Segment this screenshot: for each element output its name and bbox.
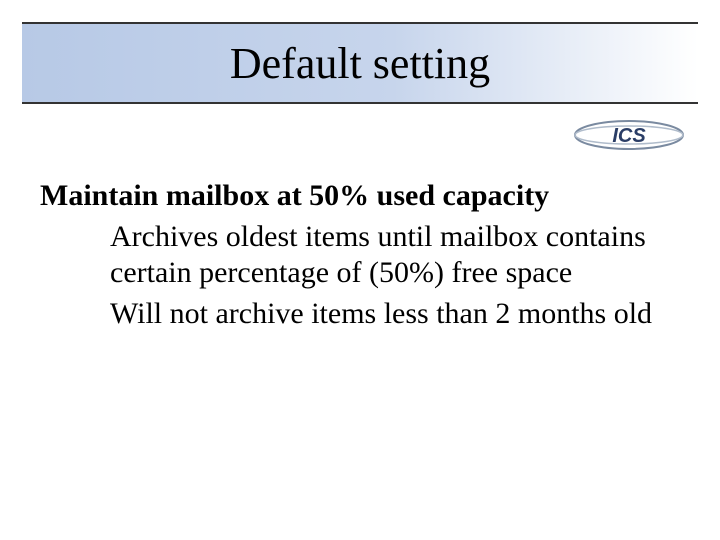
slide-title: Default setting <box>230 38 490 89</box>
title-bar: Default setting <box>22 24 698 102</box>
ics-logo: ICS <box>574 118 684 152</box>
rule-bottom <box>22 102 698 104</box>
logo-icon: ICS <box>574 118 684 152</box>
body-point: Archives oldest items until mailbox cont… <box>110 219 660 292</box>
body-text: Maintain mailbox at 50% used capacity Ar… <box>40 178 660 332</box>
body-heading: Maintain mailbox at 50% used capacity <box>62 178 660 215</box>
slide: Default setting ICS Maintain mailbox at … <box>0 0 720 540</box>
body-point: Will not archive items less than 2 month… <box>110 296 660 333</box>
logo-text: ICS <box>612 125 646 147</box>
